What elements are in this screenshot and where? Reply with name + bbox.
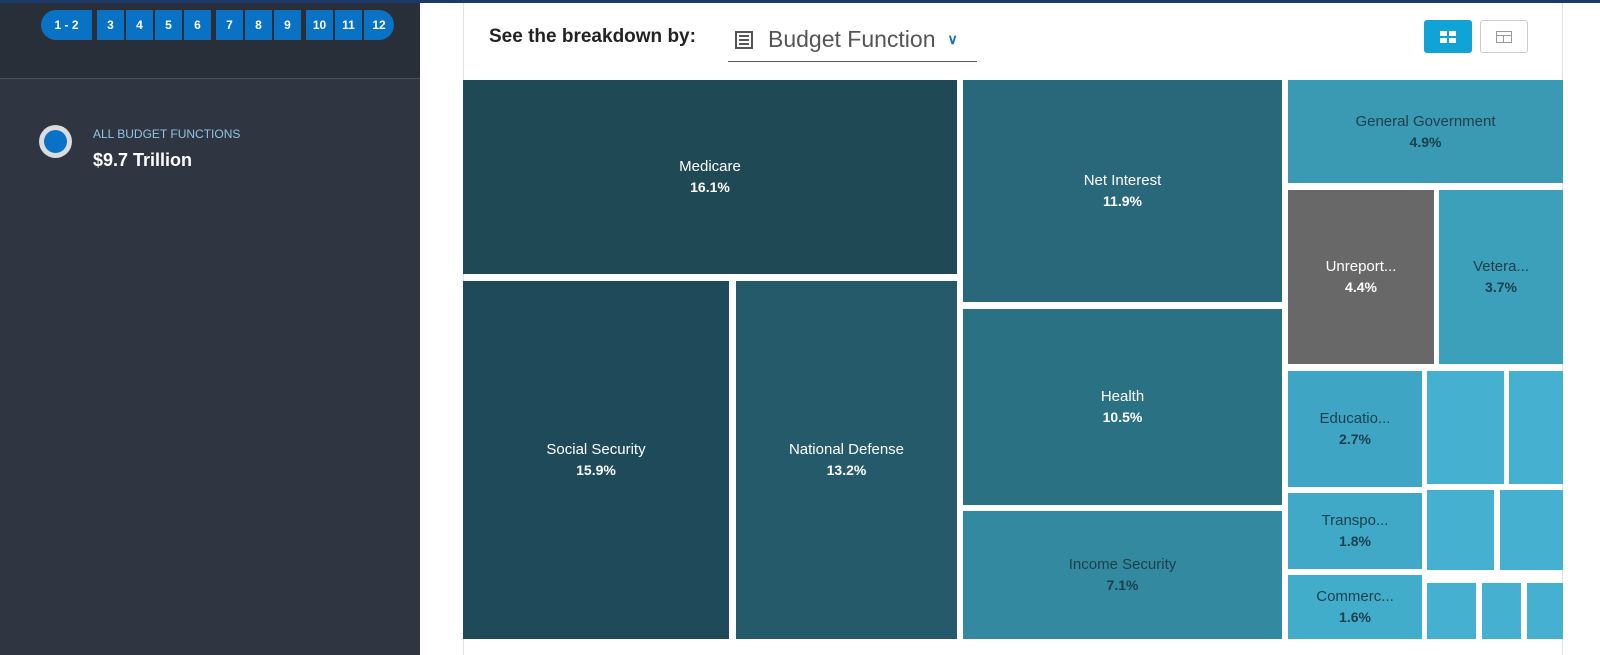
period-selector: 1 - 2 3 4 5 6 7 8 9 10 11 12 (0, 3, 420, 79)
tile-label: Net Interest (1083, 172, 1162, 189)
tile-label: Health (1100, 388, 1145, 405)
treemap-tile-unlabeled[interactable] (1509, 371, 1563, 484)
treemap-tile-unlabeled[interactable] (1500, 490, 1563, 570)
treemap-tile[interactable]: Social Security 15.9% (463, 281, 729, 639)
treemap-tile[interactable]: National Defense 13.2% (736, 281, 957, 639)
dropdown-value: Budget Function (768, 26, 936, 52)
chevron-down-icon: ∨ (947, 31, 958, 47)
list-icon (735, 30, 753, 49)
tile-percent: 10.5% (1102, 409, 1143, 425)
period-button[interactable]: 8 (245, 10, 272, 40)
tile-label: Unreport... (1325, 258, 1397, 275)
sidebar: 1 - 2 3 4 5 6 7 8 9 10 11 12 ALL BUDGET FUNCTIONS … (0, 3, 420, 655)
period-button[interactable]: 10 (306, 10, 333, 40)
treemap-tile[interactable]: Unreport... 4.4% (1288, 190, 1434, 364)
tile-percent: 3.7% (1485, 279, 1517, 295)
period-button[interactable]: 4 (126, 10, 153, 40)
tile-label: Transpo... (1321, 512, 1389, 529)
treemap-tile[interactable]: Commerc... 1.6% (1288, 575, 1422, 639)
tile-percent: 2.7% (1339, 431, 1371, 447)
tile-percent: 11.9% (1103, 193, 1142, 209)
period-pager: 1 - 2 3 4 5 6 7 8 9 10 11 12 (41, 10, 396, 40)
tile-percent: 15.9% (576, 462, 616, 478)
treemap-tile-unlabeled[interactable] (1527, 583, 1563, 639)
tile-label: Income Security (1068, 556, 1177, 573)
treemap-tile[interactable]: Net Interest 11.9% (963, 80, 1282, 302)
tile-percent: 13.2% (826, 462, 867, 478)
treemap-tile[interactable]: Health 10.5% (963, 309, 1282, 505)
treemap-tile[interactable]: Medicare 16.1% (463, 80, 957, 274)
tile-label: National Defense (788, 441, 905, 458)
tile-percent: 7.1% (1106, 577, 1139, 593)
period-button[interactable]: 7 (216, 10, 243, 40)
treemap-tile[interactable]: Transpo... 1.8% (1288, 493, 1422, 569)
tile-label: Educatio... (1319, 410, 1391, 427)
tile-label: Social Security (546, 441, 646, 458)
treemap-tile-unlabeled[interactable] (1427, 371, 1504, 484)
all-budget-functions-radio[interactable] (39, 125, 72, 158)
tile-percent: 1.6% (1339, 609, 1371, 625)
period-button[interactable]: 3 (97, 10, 124, 40)
all-budget-functions-label: ALL BUDGET FUNCTIONS (93, 127, 241, 141)
treemap-view-button[interactable] (1424, 20, 1472, 53)
grid-icon (1440, 30, 1456, 43)
period-button[interactable]: 5 (155, 10, 182, 40)
tile-percent: 16.1% (690, 179, 730, 195)
table-view-button[interactable] (1480, 20, 1528, 53)
treemap-tile-unlabeled[interactable] (1427, 583, 1476, 639)
tile-percent: 1.8% (1339, 533, 1371, 549)
treemap-tile[interactable]: General Government 4.9% (1288, 80, 1563, 183)
treemap-tile[interactable]: Vetera... 3.7% (1439, 190, 1563, 364)
treemap-tile[interactable]: Income Security 7.1% (963, 511, 1282, 639)
period-button[interactable]: 6 (184, 10, 211, 40)
period-button[interactable]: 1 - 2 (41, 10, 92, 40)
treemap-tile-unlabeled[interactable] (1482, 583, 1521, 639)
table-icon (1496, 30, 1512, 43)
period-button[interactable]: 11 (335, 10, 362, 40)
treemap-tile[interactable]: Educatio... 2.7% (1288, 371, 1422, 487)
tile-label: Medicare (679, 158, 741, 175)
breakdown-dropdown[interactable]: Budget Function ∨ (728, 18, 977, 62)
tile-percent: 4.9% (1409, 133, 1442, 150)
tile-percent: 4.4% (1345, 279, 1377, 295)
breakdown-label: See the breakdown by: (489, 26, 696, 47)
period-button[interactable]: 12 (364, 10, 394, 40)
tile-label: General Government (1355, 112, 1496, 130)
total-amount: $9.7 Trillion (93, 150, 193, 170)
period-button[interactable]: 9 (274, 10, 301, 40)
tile-label: Commerc... (1316, 588, 1394, 605)
tile-label: Vetera... (1473, 258, 1529, 275)
treemap-tile-unlabeled[interactable] (1427, 490, 1494, 570)
